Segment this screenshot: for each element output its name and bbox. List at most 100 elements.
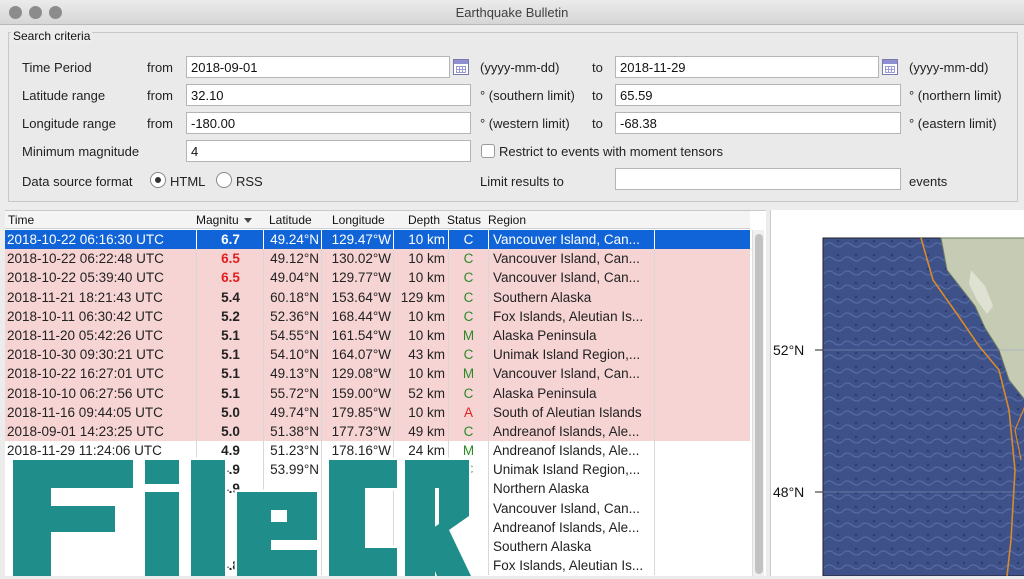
cell-longitude: 161.54°W xyxy=(322,325,394,346)
cell-region: Northern Alaska xyxy=(489,479,655,499)
cell-time: 2018-10-22 06:16:30 UTC xyxy=(7,230,197,250)
cell-longitude: 153.64°W xyxy=(322,287,394,307)
latitude-from-field[interactable]: 32.10 xyxy=(186,84,471,106)
cell-region: Andreanof Islands, Ale... xyxy=(489,517,655,537)
southern-limit-hint: ° (southern limit) xyxy=(480,88,575,103)
latitude-label-48n: 48°N xyxy=(773,484,805,500)
cell-region: Alaska Peninsula xyxy=(489,325,655,346)
table-row[interactable]: 2018-10-22 16:27:01 UTC 5.1 49.13°N 129.08°… xyxy=(5,364,750,384)
cell-magnitude: 6.5 xyxy=(198,268,264,288)
html-radio[interactable] xyxy=(150,172,166,188)
table-row[interactable]: 2018-10-11 06:30:42 UTC 5.2 52.36°N 168.44°… xyxy=(5,306,750,326)
cell-time: 2018-11-16 09:44:05 UTC xyxy=(7,402,197,422)
cell-time: 2018-10-22 06:22:48 UTC xyxy=(7,249,197,269)
cell-status: A xyxy=(449,402,489,422)
latitude-from-label: from xyxy=(147,88,173,103)
cell-longitude: 129.08°W xyxy=(322,364,394,384)
latitude-range-label: Latitude range xyxy=(22,88,106,103)
title-bar: Earthquake Bulletin xyxy=(0,0,1024,25)
cell-latitude: 49.04°N xyxy=(264,268,322,288)
table-row[interactable]: 2018-10-10 06:27:56 UTC 5.1 55.72°N 159.00°… xyxy=(5,383,750,403)
cell-status: C xyxy=(449,345,489,365)
start-date-format-hint: (yyyy-mm-dd) xyxy=(480,60,560,75)
cell-latitude: 60.18°N xyxy=(264,287,322,307)
column-header-depth[interactable]: Depth xyxy=(408,213,440,227)
map-panel[interactable]: 52°N 48°N xyxy=(770,210,1024,577)
table-row[interactable]: 2018-11-21 18:21:43 UTC 5.4 60.18°N 153.64°… xyxy=(5,287,750,307)
cell-time: 2018-09-01 14:23:25 UTC xyxy=(7,421,197,442)
longitude-from-label: from xyxy=(147,116,173,131)
scrollbar-thumb[interactable] xyxy=(755,234,763,574)
rss-radio[interactable] xyxy=(216,172,232,188)
column-header-longitude[interactable]: Longitude xyxy=(332,213,385,227)
minimum-magnitude-label: Minimum magnitude xyxy=(22,144,140,159)
cell-region: Vancouver Island, Can... xyxy=(489,230,655,250)
cell-latitude: 52.36°N xyxy=(264,306,322,326)
cell-latitude: 54.55°N xyxy=(264,325,322,346)
cell-time: 2018-10-30 09:30:21 UTC xyxy=(7,345,197,365)
window-title: Earthquake Bulletin xyxy=(455,5,569,20)
cell-longitude: 177.73°W xyxy=(322,421,394,442)
cell-longitude: 129.77°W xyxy=(322,268,394,288)
table-row[interactable]: 2018-10-22 06:16:30 UTC 6.7 49.24°N 129.47°… xyxy=(5,230,750,250)
column-header-time[interactable]: Time xyxy=(8,213,34,227)
end-date-field[interactable]: 2018-11-29 xyxy=(615,56,879,78)
map-view[interactable] xyxy=(771,210,1024,577)
time-period-label: Time Period xyxy=(22,60,92,75)
cell-latitude: 49.24°N xyxy=(264,230,322,250)
calendar-icon[interactable] xyxy=(882,59,898,75)
longitude-to-field[interactable]: -68.38 xyxy=(615,112,901,134)
calendar-icon[interactable] xyxy=(453,59,469,75)
cell-region: Unimak Island Region,... xyxy=(489,460,655,480)
cell-region: Andreanof Islands, Ale... xyxy=(489,421,655,442)
cell-region: Unimak Island Region,... xyxy=(489,345,655,365)
table-scrollbar[interactable] xyxy=(752,230,764,576)
moment-tensors-label: Restrict to events with moment tensors xyxy=(499,144,723,159)
start-date-field[interactable]: 2018-09-01 xyxy=(186,56,450,78)
longitude-to-label: to xyxy=(592,116,603,131)
column-header-magnitude[interactable]: Magnitu xyxy=(196,213,253,227)
cell-latitude: 49.74°N xyxy=(264,402,322,422)
cell-magnitude: 5.0 xyxy=(198,421,264,442)
cell-magnitude: 6.5 xyxy=(198,249,264,269)
rss-radio-label: RSS xyxy=(236,174,263,189)
cell-magnitude: 5.1 xyxy=(198,364,264,384)
cell-status: C xyxy=(449,421,489,442)
cell-status: C xyxy=(449,383,489,403)
table-row[interactable]: 2018-09-01 14:23:25 UTC 5.0 51.38°N 177.73°… xyxy=(5,421,750,442)
cell-region: Andreanof Islands, Ale... xyxy=(489,441,655,461)
latitude-to-field[interactable]: 65.59 xyxy=(615,84,901,106)
column-header-region[interactable]: Region xyxy=(488,213,526,227)
cell-longitude: 164.07°W xyxy=(322,345,394,365)
table-row[interactable]: 2018-10-30 09:30:21 UTC 5.1 54.10°N 164.07°… xyxy=(5,345,750,365)
events-suffix-label: events xyxy=(909,174,948,189)
sort-descending-icon xyxy=(244,218,253,224)
table-row[interactable]: 2018-11-20 05:42:26 UTC 5.1 54.55°N 161.54°… xyxy=(5,325,750,346)
cell-latitude: 49.12°N xyxy=(264,249,322,269)
limit-results-field[interactable] xyxy=(615,168,901,190)
column-header-latitude[interactable]: Latitude xyxy=(269,213,312,227)
table-row[interactable]: 2018-11-16 09:44:05 UTC 5.0 49.74°N 179.85°… xyxy=(5,402,750,422)
column-header-status[interactable]: Status xyxy=(447,213,481,227)
longitude-from-field[interactable]: -180.00 xyxy=(186,112,471,134)
table-row[interactable]: 2018-10-22 05:39:40 UTC 6.5 49.04°N 129.77°… xyxy=(5,268,750,288)
limit-results-label: Limit results to xyxy=(480,174,564,189)
cell-region: Southern Alaska xyxy=(489,287,655,307)
cell-status: C xyxy=(449,268,489,288)
table-header: Time Magnitu Latitude Longitude Depth St… xyxy=(5,211,750,229)
cell-region: Vancouver Island, Can... xyxy=(489,268,655,288)
longitude-range-label: Longitude range xyxy=(22,116,116,131)
moment-tensors-checkbox[interactable] xyxy=(481,144,495,158)
table-row[interactable]: 2018-10-22 06:22:48 UTC 6.5 49.12°N 130.02°… xyxy=(5,249,750,269)
cell-magnitude: 5.4 xyxy=(198,287,264,307)
cell-region: South of Aleutian Islands xyxy=(489,402,655,422)
cell-status: C xyxy=(449,230,489,250)
cell-longitude: 129.47°W xyxy=(322,230,394,250)
cell-latitude: 54.10°N xyxy=(264,345,322,365)
column-header-magnitude-label: Magnitu xyxy=(196,213,239,227)
cell-depth: 10 km xyxy=(394,268,449,288)
cell-time: 2018-10-10 06:27:56 UTC xyxy=(7,383,197,403)
minimum-magnitude-field[interactable]: 4 xyxy=(186,140,471,162)
watermark-logo xyxy=(10,457,474,576)
cell-longitude: 168.44°W xyxy=(322,306,394,326)
